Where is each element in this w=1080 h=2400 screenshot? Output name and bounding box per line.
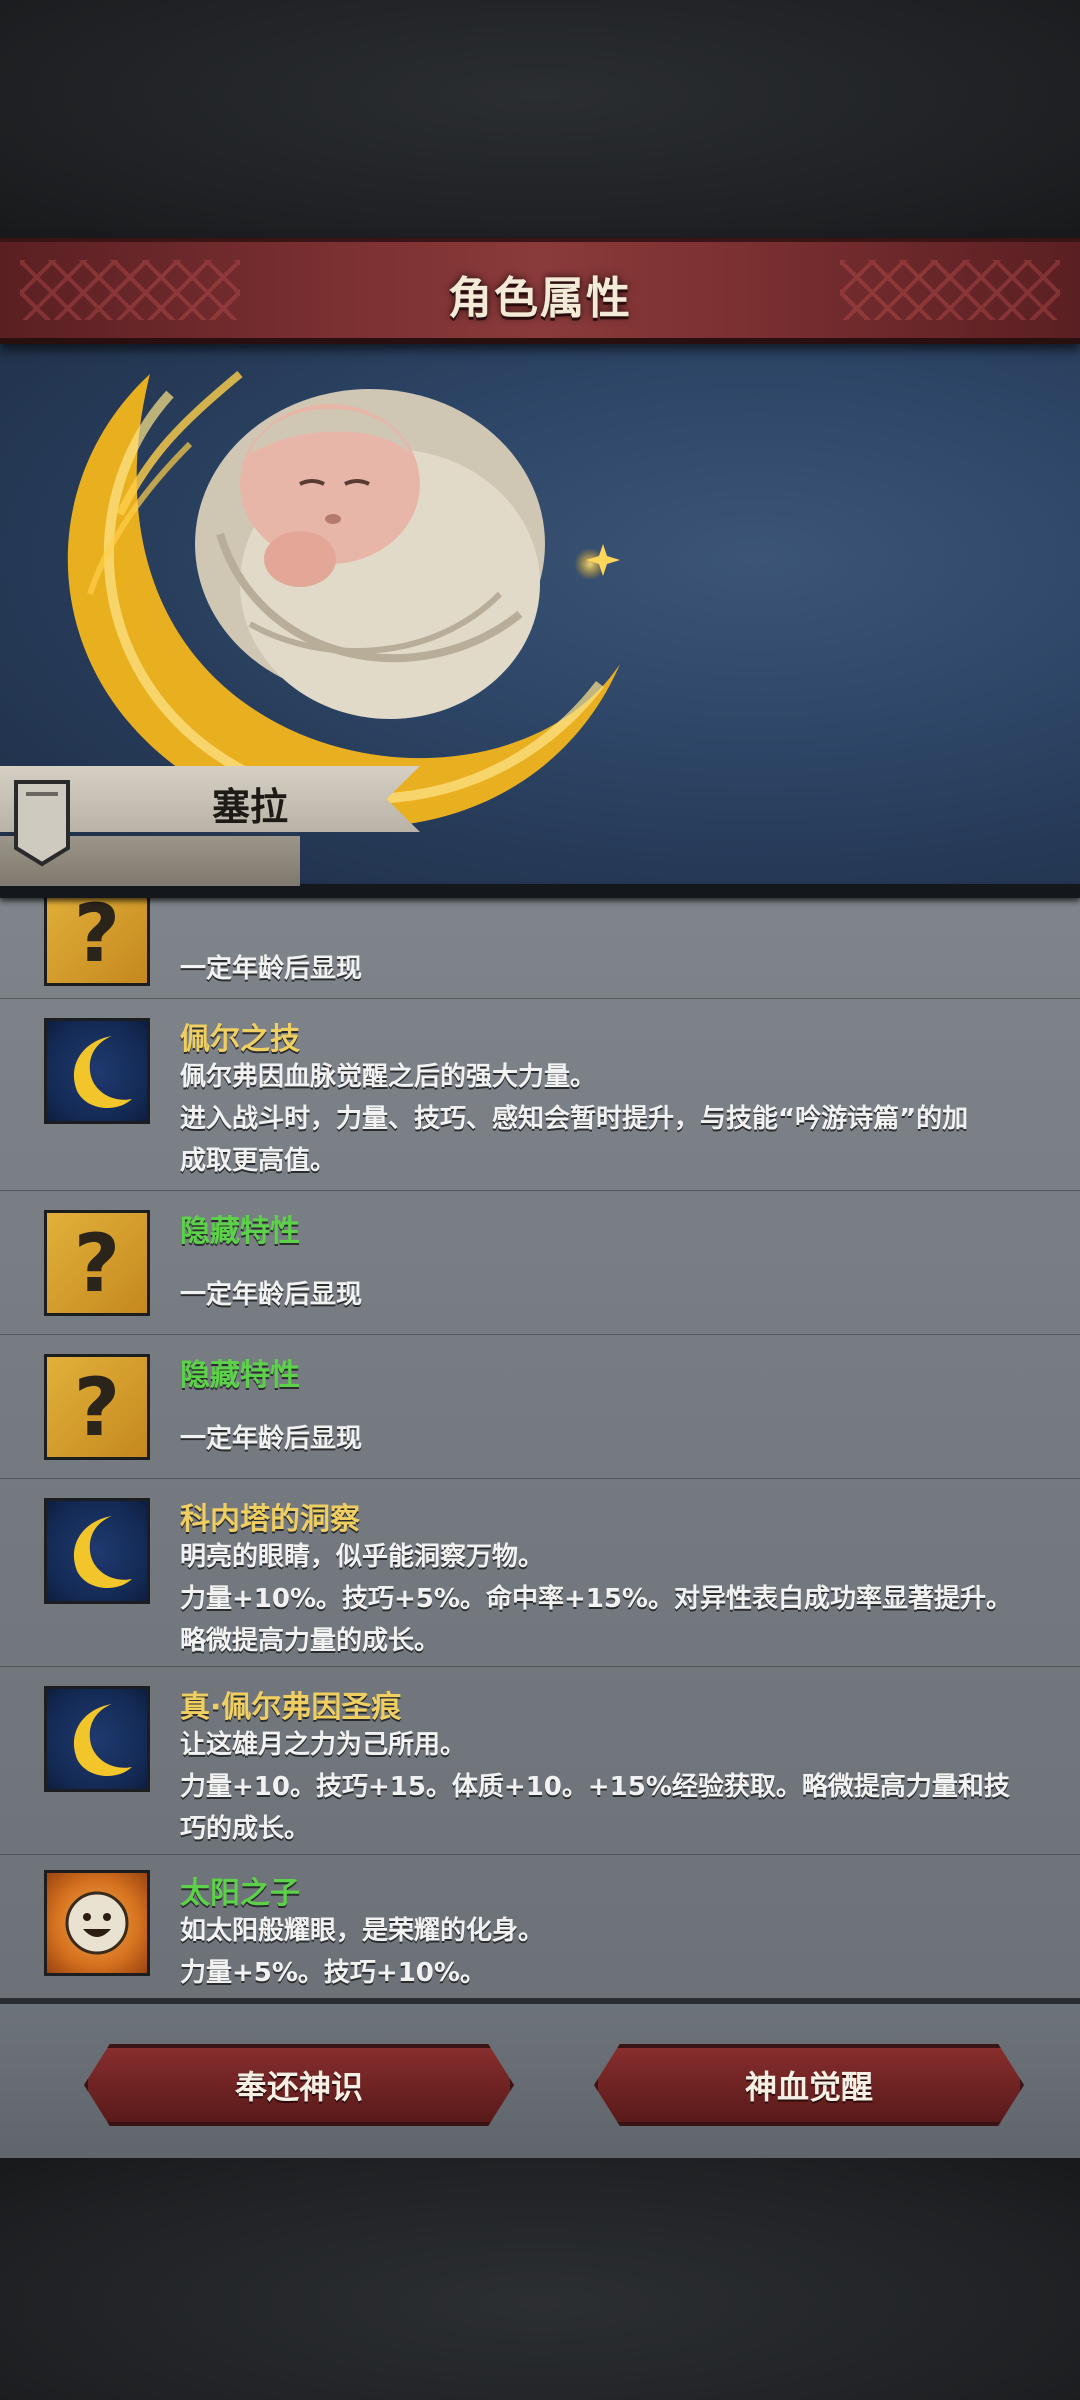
svg-text:?: ? (74, 898, 120, 980)
trait-title: 隐藏特性 (180, 1358, 300, 1393)
trait-description: 一定年龄后显现 (180, 954, 363, 984)
crescent-moon-icon (44, 1018, 150, 1124)
trait-list[interactable]: ? 一定年龄后显现 佩尔之技 佩尔弗因血脉觉醒之后的强大力量。 进入战斗时，力量… (0, 898, 1080, 1998)
question-mark-icon: ? (44, 1210, 150, 1316)
trait-row[interactable]: ? 隐藏特性 一定年龄后显现 (0, 1192, 1080, 1335)
trait-description-line: 让这雄月之力为己所用。 (180, 1730, 467, 1760)
trait-title: 科内塔的洞察 (180, 1502, 360, 1537)
pennant-flag-icon (14, 780, 70, 867)
trait-description-line: 一定年龄后显现 (180, 1424, 363, 1454)
trait-title: 佩尔之技 (180, 1022, 300, 1057)
title-bar: 角色属性 (0, 238, 1080, 344)
button-label: 奉还神识 (234, 2068, 363, 2106)
trait-title: 隐藏特性 (180, 1214, 300, 1249)
smiling-sun-icon (44, 1870, 150, 1976)
divine-blood-awaken-button[interactable]: 神血觉醒 (594, 2044, 1024, 2126)
trait-description-line: 佩尔弗因血脉觉醒之后的强大力量。 (180, 1062, 597, 1092)
trait-description-line: 明亮的眼睛，似乎能洞察万物。 (180, 1542, 545, 1572)
trait-row[interactable]: ? 隐藏特性 一定年龄后显现 (0, 1336, 1080, 1479)
top-background (0, 0, 1080, 238)
trait-description-line: 进入战斗时，力量、技巧、感知会暂时提升，与技能“吟游诗篇”的加 (180, 1104, 969, 1134)
svg-text:?: ? (74, 1217, 120, 1310)
trait-row[interactable]: 科内塔的洞察 明亮的眼睛，似乎能洞察万物。 力量+10%。技巧+5%。命中率+1… (0, 1480, 1080, 1667)
page-title: 角色属性 (448, 273, 632, 324)
button-label: 神血觉醒 (744, 2068, 873, 2106)
trait-description-line: 略微提高力量的成长。 (180, 1626, 441, 1656)
portrait-divider (0, 884, 1080, 898)
question-mark-icon: ? (44, 898, 150, 986)
trait-title: 太阳之子 (180, 1876, 300, 1911)
svg-text:?: ? (74, 1361, 120, 1454)
trait-description-line: 力量+10%。技巧+5%。命中率+15%。对异性表白成功率显著提升。 (180, 1584, 1012, 1614)
trait-description-line: 一定年龄后显现 (180, 1280, 363, 1310)
character-name: 塞拉 (211, 785, 288, 829)
trait-row[interactable]: 佩尔之技 佩尔弗因血脉觉醒之后的强大力量。 进入战斗时，力量、技巧、感知会暂时提… (0, 1000, 1080, 1191)
bottom-background (0, 2158, 1080, 2400)
crescent-moon-icon (44, 1498, 150, 1604)
trait-description-line: 如太阳般耀眼，是荣耀的化身。 (180, 1916, 545, 1946)
trait-row[interactable]: 太阳之子 如太阳般耀眼，是荣耀的化身。 力量+5%。技巧+10%。 (0, 1856, 1080, 1998)
trait-row[interactable]: ? 一定年龄后显现 (0, 898, 1080, 999)
trait-title: 真·佩尔弗因圣痕 (180, 1690, 402, 1725)
trait-description-line: 成取更高值。 (180, 1146, 337, 1176)
trait-description-line: 力量+10。技巧+15。体质+10。+15%经验获取。略微提高力量和技 (180, 1772, 1010, 1802)
trait-description-line: 力量+5%。技巧+10%。 (180, 1958, 486, 1988)
question-mark-icon: ? (44, 1354, 150, 1460)
return-divine-knowledge-button[interactable]: 奉还神识 (84, 2044, 514, 2126)
trait-description-line: 巧的成长。 (180, 1814, 311, 1844)
crescent-moon-icon (44, 1686, 150, 1792)
trait-row[interactable]: 真·佩尔弗因圣痕 让这雄月之力为己所用。 力量+10。技巧+15。体质+10。+… (0, 1668, 1080, 1855)
